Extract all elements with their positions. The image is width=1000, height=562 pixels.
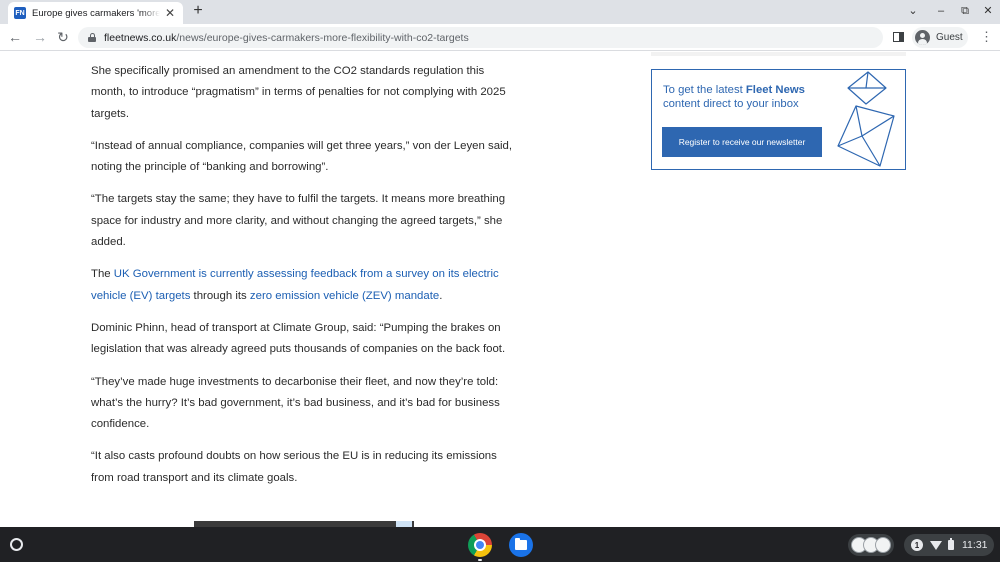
close-window-button[interactable]: ✕ [980,4,996,18]
tab-search-dropdown-icon[interactable]: ⌄ [905,4,921,18]
profile-label: Guest [936,32,963,43]
text-segment: . [439,289,443,302]
minimize-button[interactable]: – [933,4,949,18]
new-tab-button[interactable]: + [190,3,206,19]
active-app-indicator [478,559,482,561]
article-paragraph: “The targets stay the same; they have to… [91,193,506,249]
browser-toolbar: ← → ↻ fleetnews.co.uk/news/europe-gives-… [0,24,1000,51]
wifi-icon [930,540,942,550]
article-paragraph: She specifically promised an amendment t… [91,65,506,120]
address-bar[interactable]: fleetnews.co.uk/news/europe-gives-carmak… [78,27,883,48]
os-shelf: 1 11:31 [0,527,1000,562]
text-segment: through its [190,289,250,302]
article-paragraph: “It also casts profound doubts on how se… [91,450,497,484]
status-tray[interactable]: 1 11:31 [904,534,994,556]
article-paragraph: The UK Government is currently assessing… [91,264,521,307]
fleetnews-favicon-icon: FN [14,7,26,19]
newsletter-prompt: To get the latest Fleet News content dir… [663,83,823,111]
text-segment: The [91,268,114,281]
clock: 11:31 [962,539,988,551]
reload-icon[interactable]: ↻ [54,28,72,46]
launcher-icon[interactable] [10,538,23,551]
envelope-icon [837,71,895,167]
tab-title: Europe gives carmakers 'more fl [32,7,160,19]
side-panel-icon[interactable] [893,32,904,42]
browser-tab[interactable]: FN Europe gives carmakers 'more fl ✕ [8,2,183,24]
article-paragraph: Dominic Phinn, head of transport at Clim… [91,321,506,356]
url-path: /news/europe-gives-carmakers-more-flexib… [176,31,469,44]
newsletter-text: content direct to your inbox [663,98,799,110]
newsletter-brand: Fleet News [745,84,805,96]
url-text: fleetnews.co.uk/news/europe-gives-carmak… [104,32,469,44]
chrome-icon[interactable] [468,533,492,557]
profile-button[interactable]: Guest [912,27,968,48]
url-domain: fleetnews.co.uk [104,31,177,44]
files-icon[interactable] [509,533,533,557]
tote-holding-space[interactable] [848,534,894,556]
restore-button[interactable]: ⧉ [957,4,973,18]
back-arrow-icon[interactable]: ← [6,28,24,46]
page-content: She specifically promised an amendment t… [0,52,1000,527]
zev-mandate-link[interactable]: zero emission vehicle (ZEV) mandate [250,290,439,302]
register-newsletter-button[interactable]: Register to receive our newsletter [662,127,822,157]
avatar-icon [915,30,930,45]
kebab-menu-icon[interactable]: ⋮ [980,29,993,45]
tab-close-icon[interactable]: ✕ [163,6,177,20]
sidebar-divider [651,52,906,56]
battery-icon [948,538,954,550]
newsletter-text: To get the latest [663,84,746,96]
holding-thumbnail [875,537,891,553]
tab-strip: FN Europe gives carmakers 'more fl ✕ + ⌄… [0,0,1000,24]
forward-arrow-icon[interactable]: → [31,28,49,46]
lock-icon[interactable] [88,33,96,42]
article-paragraph: “They’ve made huge investments to decarb… [91,375,500,431]
article-body: She specifically promised an amendment t… [91,61,521,500]
article-paragraph: “Instead of annual compliance, companies… [91,139,513,174]
notification-count-badge: 1 [911,539,923,551]
newsletter-signup-box: To get the latest Fleet News content dir… [651,69,906,170]
